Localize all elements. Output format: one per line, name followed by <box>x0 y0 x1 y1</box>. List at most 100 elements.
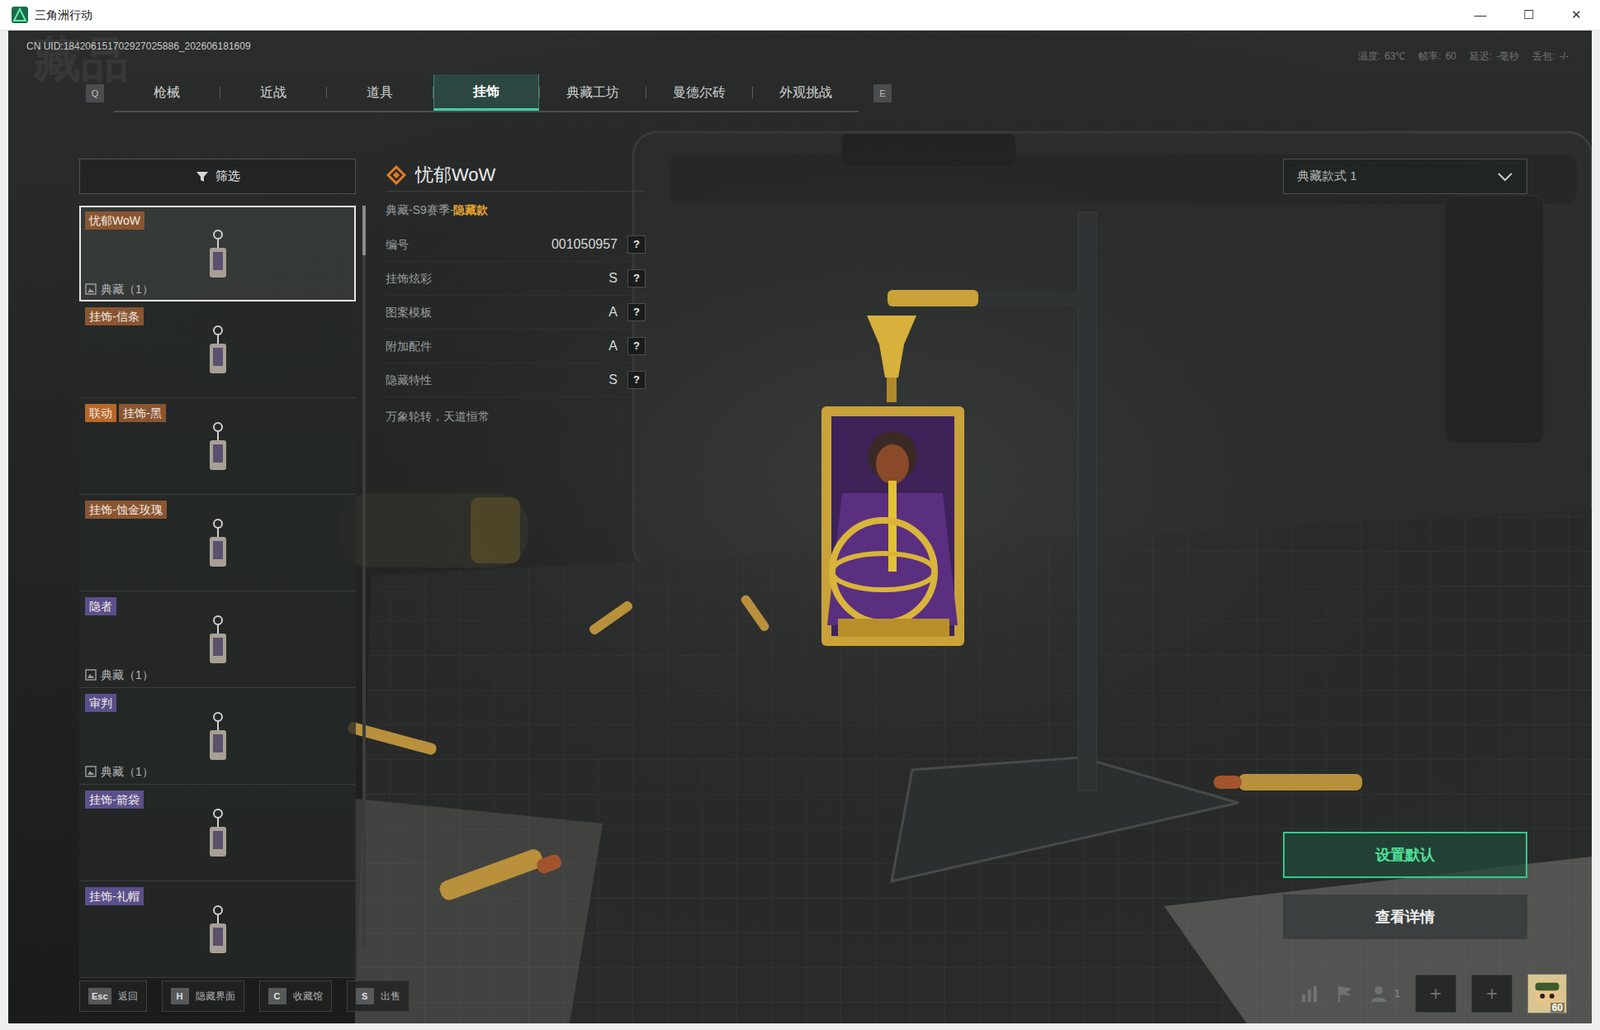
tab-separator <box>326 86 327 99</box>
image-icon <box>85 668 97 681</box>
action-button[interactable]: 设置默认 <box>1282 831 1528 878</box>
friends-icon <box>1369 983 1390 1004</box>
collection-count: 典藏（1） <box>100 666 154 684</box>
main-area: 筛选忧郁WoW典藏（1）挂饰-信条联动挂饰-黑挂饰-蚀金玫瑰隐者典藏（1）审判典… <box>8 113 1592 980</box>
perf-stat: 延迟:-毫秒 <box>1469 48 1520 64</box>
tab-separator <box>539 86 540 99</box>
image-icon <box>85 765 97 777</box>
friends-number: 1 <box>1394 984 1401 1002</box>
tab[interactable]: 挂饰 <box>433 74 540 111</box>
tab-separator <box>219 86 221 99</box>
list-item[interactable]: 忧郁WoW 典藏（1） <box>79 205 356 302</box>
collection-badge: 典藏（1） <box>85 280 351 298</box>
list-item[interactable]: 审判典藏（1） <box>79 687 356 785</box>
tab[interactable]: 外观挑战 <box>752 74 859 111</box>
hotkey-button[interactable]: S出售 <box>346 979 410 1012</box>
hotkey-label: 收藏馆 <box>293 988 323 1004</box>
attribute-value: 001050957 <box>551 234 618 255</box>
stat-value: 63℃ <box>1384 48 1406 64</box>
help-button[interactable]: ? <box>627 370 646 389</box>
charm-thumbnail-icon <box>85 615 351 667</box>
collection-count: 典藏（1） <box>100 280 154 299</box>
window-control[interactable]: — <box>1456 0 1505 30</box>
help-button[interactable]: ? <box>627 235 646 254</box>
scene-spacer <box>645 158 1283 980</box>
item-tag: 忧郁WoW <box>85 211 145 230</box>
hotkey-button[interactable]: H隐藏界面 <box>161 979 245 1012</box>
item-tags: 挂饰-蚀金玫瑰 <box>85 500 351 519</box>
window-control[interactable]: ✕ <box>1552 0 1600 30</box>
action-button[interactable]: 查看详情 <box>1282 894 1528 939</box>
list-item[interactable]: 联动挂饰-黑 <box>79 397 356 495</box>
friends-count[interactable]: 1 <box>1369 983 1401 1004</box>
attribute-label: 附加配件 <box>385 337 609 356</box>
party-slot[interactable]: + <box>1415 974 1457 1013</box>
hotkey-button[interactable]: Esc 返回 <box>79 979 147 1012</box>
rarity-icon <box>385 164 408 186</box>
item-tags: 隐者 <box>85 596 351 616</box>
item-list: 忧郁WoW典藏（1）挂饰-信条联动挂饰-黑挂饰-蚀金玫瑰隐者典藏（1）审判典藏（… <box>79 205 356 980</box>
hotkey-list: Esc 返回 H隐藏界面 C收藏馆 S出售 <box>79 979 410 1012</box>
attribute-row: 图案模板A? <box>385 295 646 330</box>
player-level: 60 <box>1550 1002 1565 1013</box>
scrollbar-thumb[interactable] <box>362 205 366 256</box>
uid-label: CN UID:184206151702927025886_20260618160… <box>26 38 251 54</box>
item-tag: 联动 <box>85 403 117 422</box>
item-spacer <box>85 956 351 973</box>
list-item[interactable]: 隐者典藏（1） <box>79 591 356 688</box>
party-slot[interactable]: + <box>1471 974 1513 1013</box>
perf-stat: 帧率:60 <box>1418 48 1457 64</box>
help-button[interactable]: ? <box>627 336 646 356</box>
item-tags: 联动挂饰-黑 <box>85 403 351 422</box>
scrollbar[interactable] <box>362 205 366 947</box>
image-icon <box>85 283 97 295</box>
player-avatar[interactable]: 60 <box>1527 973 1567 1014</box>
style-select[interactable]: 典藏款式 1 <box>1282 158 1528 195</box>
help-button[interactable]: ? <box>627 269 646 288</box>
detail-title-row: 忧郁WoW <box>385 158 646 192</box>
social-bar: 1 + +60 <box>1300 973 1567 1014</box>
collection-badge: 典藏（1） <box>85 762 351 780</box>
next-tab-key[interactable]: E <box>873 84 892 103</box>
attribute-label: 挂饰炫彩 <box>385 269 609 288</box>
hotkey-button[interactable]: C收藏馆 <box>259 979 332 1012</box>
hotkey-label: 返回 <box>118 988 138 1004</box>
prev-tab-key[interactable]: Q <box>85 84 105 103</box>
list-item[interactable]: 挂饰-礼帽 <box>79 880 356 978</box>
game-view: 藏品CN UID:184206151702927025886_202606181… <box>8 30 1592 1023</box>
hotkey-label: 出售 <box>380 988 401 1004</box>
charm-thumbnail-icon <box>85 229 351 281</box>
item-tags: 挂饰-箭袋 <box>85 790 351 809</box>
charm-thumbnail-icon <box>85 325 351 377</box>
help-button[interactable]: ? <box>627 302 646 322</box>
tab-separator <box>645 86 647 99</box>
tab[interactable]: 枪械 <box>113 74 220 111</box>
tab[interactable]: 近战 <box>220 74 327 111</box>
stats-chart-icon <box>1300 984 1321 1003</box>
attribute-value: A <box>608 336 618 356</box>
tab-row: Q 枪械近战道具挂饰典藏工坊曼德尔砖外观挑战 E <box>8 73 1592 114</box>
charm-thumbnail-icon <box>85 711 351 763</box>
window-control[interactable]: ☐ <box>1504 0 1553 30</box>
item-tag: 审判 <box>85 693 117 712</box>
game-ui: 藏品CN UID:184206151702927025886_202606181… <box>8 30 1592 1023</box>
list-item[interactable]: 挂饰-蚀金玫瑰 <box>79 494 356 592</box>
charm-thumbnail-icon <box>85 518 351 570</box>
tab[interactable]: 曼德尔砖 <box>646 74 753 111</box>
stat-label: 温度: <box>1358 48 1381 64</box>
tab[interactable]: 典藏工坊 <box>539 74 646 111</box>
list-item[interactable]: 挂饰-箭袋 <box>79 784 356 881</box>
subtitle-highlight: 隐藏款 <box>453 201 488 219</box>
detail-title: 忧郁WoW <box>415 160 496 189</box>
item-tag: 挂饰-礼帽 <box>85 886 144 905</box>
filter-button[interactable]: 筛选 <box>79 158 356 195</box>
style-select-value: 典藏款式 1 <box>1297 166 1497 186</box>
collection-count: 典藏（1） <box>100 762 154 781</box>
attribute-row: 附加配件A? <box>385 329 646 364</box>
list-item[interactable]: 挂饰-信条 <box>79 301 356 398</box>
chevron-down-icon <box>1496 171 1514 182</box>
tab[interactable]: 道具 <box>326 74 433 111</box>
attribute-value: A <box>608 302 618 322</box>
hotkey-label: 隐藏界面 <box>195 988 236 1004</box>
hotkey-key: Esc <box>88 987 112 1004</box>
